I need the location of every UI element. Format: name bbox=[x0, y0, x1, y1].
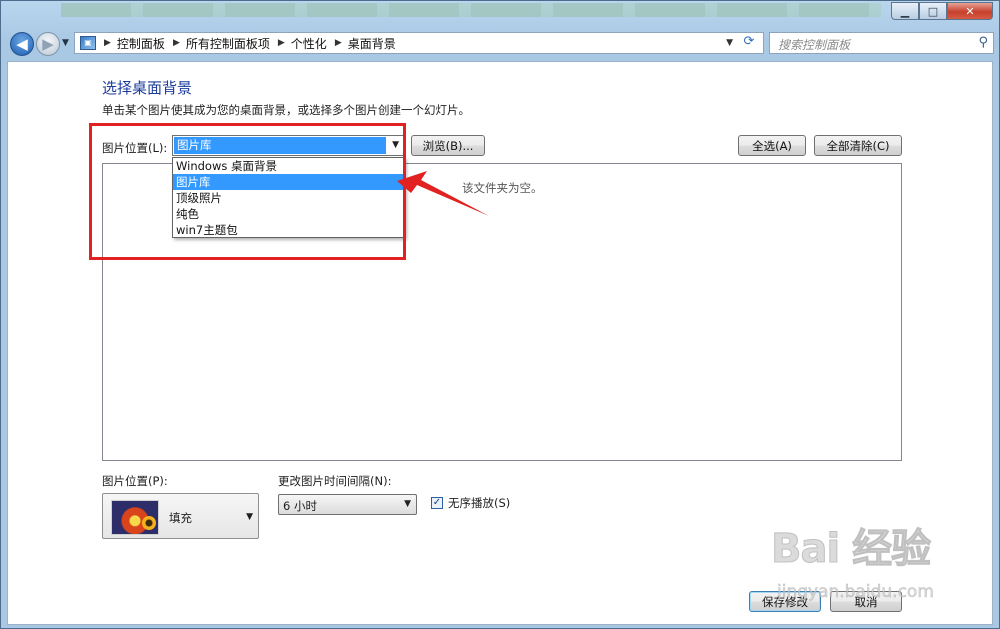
dropdown-option-solid-colors[interactable]: 纯色 bbox=[173, 206, 404, 222]
flower-icon bbox=[142, 516, 156, 530]
control-panel-icon: ▣ bbox=[80, 36, 96, 50]
search-icon[interactable]: ⚲ bbox=[978, 35, 988, 50]
chevron-down-icon[interactable]: ▼ bbox=[246, 512, 253, 522]
annotation-arrow-shape bbox=[397, 171, 489, 216]
taskbar-strip-background bbox=[61, 3, 881, 17]
minimize-button[interactable]: ▁ bbox=[891, 2, 919, 20]
maximize-button[interactable]: □ bbox=[919, 2, 947, 20]
navigation-bar: ◀ ▶ ▼ ▣ ▶ 控制面板 ▶ 所有控制面板项 ▶ 个性化 ▶ 桌面背景 ▼ … bbox=[1, 29, 999, 59]
breadcrumb-control-panel[interactable]: 控制面板 bbox=[117, 35, 165, 52]
breadcrumb-personalization[interactable]: 个性化 bbox=[291, 35, 327, 52]
picture-position-label: 图片位置(P): bbox=[102, 474, 168, 488]
refresh-icon[interactable]: ⟳ bbox=[739, 34, 759, 52]
chevron-down-icon[interactable]: ▼ bbox=[392, 140, 399, 150]
chevron-down-icon[interactable]: ▼ bbox=[404, 499, 411, 509]
wallpaper-thumbnail bbox=[111, 500, 159, 535]
interval-label: 更改图片时间间隔(N): bbox=[278, 474, 392, 488]
back-arrow-icon: ◀ bbox=[16, 35, 28, 53]
picture-position-select[interactable]: 填充 ▼ bbox=[102, 493, 259, 539]
browse-button[interactable]: 浏览(B)... bbox=[411, 135, 485, 156]
breadcrumb-all-items[interactable]: 所有控制面板项 bbox=[186, 35, 270, 52]
chevron-right-icon[interactable]: ▶ bbox=[278, 38, 285, 48]
chevron-right-icon[interactable]: ▶ bbox=[335, 38, 342, 48]
watermark-logo: Bai 经验 bbox=[770, 526, 931, 573]
shuffle-checkbox[interactable]: ✓ bbox=[431, 497, 443, 509]
dropdown-option-windows-backgrounds[interactable]: Windows 桌面背景 bbox=[173, 158, 404, 174]
watermark-url: jingyan.baidu.com bbox=[777, 582, 934, 603]
interval-select[interactable]: 6 小时 ▼ bbox=[278, 494, 417, 515]
address-dropdown-icon[interactable]: ▼ bbox=[726, 38, 733, 48]
recent-pages-dropdown-icon[interactable]: ▼ bbox=[62, 38, 69, 48]
address-bar[interactable]: ▣ ▶ 控制面板 ▶ 所有控制面板项 ▶ 个性化 ▶ 桌面背景 ▼ ⟳ bbox=[74, 32, 764, 54]
back-button[interactable]: ◀ bbox=[10, 32, 34, 56]
select-all-button[interactable]: 全选(A) bbox=[738, 135, 806, 156]
picture-location-select[interactable]: 图片库 ▼ bbox=[172, 135, 405, 156]
shuffle-label: 无序播放(S) bbox=[448, 496, 511, 510]
dropdown-option-picture-library[interactable]: 图片库 bbox=[173, 174, 404, 190]
search-box[interactable]: 搜索控制面板 ⚲ bbox=[769, 32, 994, 54]
control-panel-window: ▁ □ ✕ ◀ ▶ ▼ ▣ ▶ 控制面板 ▶ 所有控制面板项 ▶ 个性化 ▶ 桌… bbox=[0, 0, 1000, 629]
forward-arrow-icon: ▶ bbox=[42, 35, 54, 53]
chevron-right-icon[interactable]: ▶ bbox=[104, 38, 111, 48]
dropdown-option-win7-theme[interactable]: win7主题包 bbox=[173, 222, 404, 238]
page-title: 选择桌面背景 bbox=[102, 79, 193, 97]
picture-location-value: 图片库 bbox=[174, 137, 386, 154]
interval-value: 6 小时 bbox=[283, 499, 317, 513]
forward-button[interactable]: ▶ bbox=[36, 32, 60, 56]
page-description: 单击某个图片使其成为您的桌面背景，或选择多个图片创建一个幻灯片。 bbox=[102, 103, 470, 117]
picture-location-label: 图片位置(L): bbox=[102, 141, 168, 155]
baidu-jingyan-watermark: Bai 经验 jingyan.baidu.com bbox=[770, 516, 971, 611]
picture-position-value: 填充 bbox=[169, 511, 192, 525]
shuffle-option[interactable]: ✓ 无序播放(S) bbox=[431, 495, 510, 511]
dropdown-option-top-rated[interactable]: 顶级照片 bbox=[173, 190, 404, 206]
window-controls: ▁ □ ✕ bbox=[891, 2, 993, 20]
close-button[interactable]: ✕ bbox=[947, 2, 993, 20]
clear-all-button[interactable]: 全部清除(C) bbox=[814, 135, 902, 156]
picture-location-dropdown: Windows 桌面背景 图片库 顶级照片 纯色 win7主题包 bbox=[172, 157, 405, 238]
search-input[interactable]: 搜索控制面板 bbox=[778, 36, 850, 53]
breadcrumb-desktop-background[interactable]: 桌面背景 bbox=[348, 35, 396, 52]
title-bar: ▁ □ ✕ bbox=[1, 1, 999, 27]
annotation-arrow-icon bbox=[397, 171, 489, 216]
chevron-right-icon[interactable]: ▶ bbox=[173, 38, 180, 48]
